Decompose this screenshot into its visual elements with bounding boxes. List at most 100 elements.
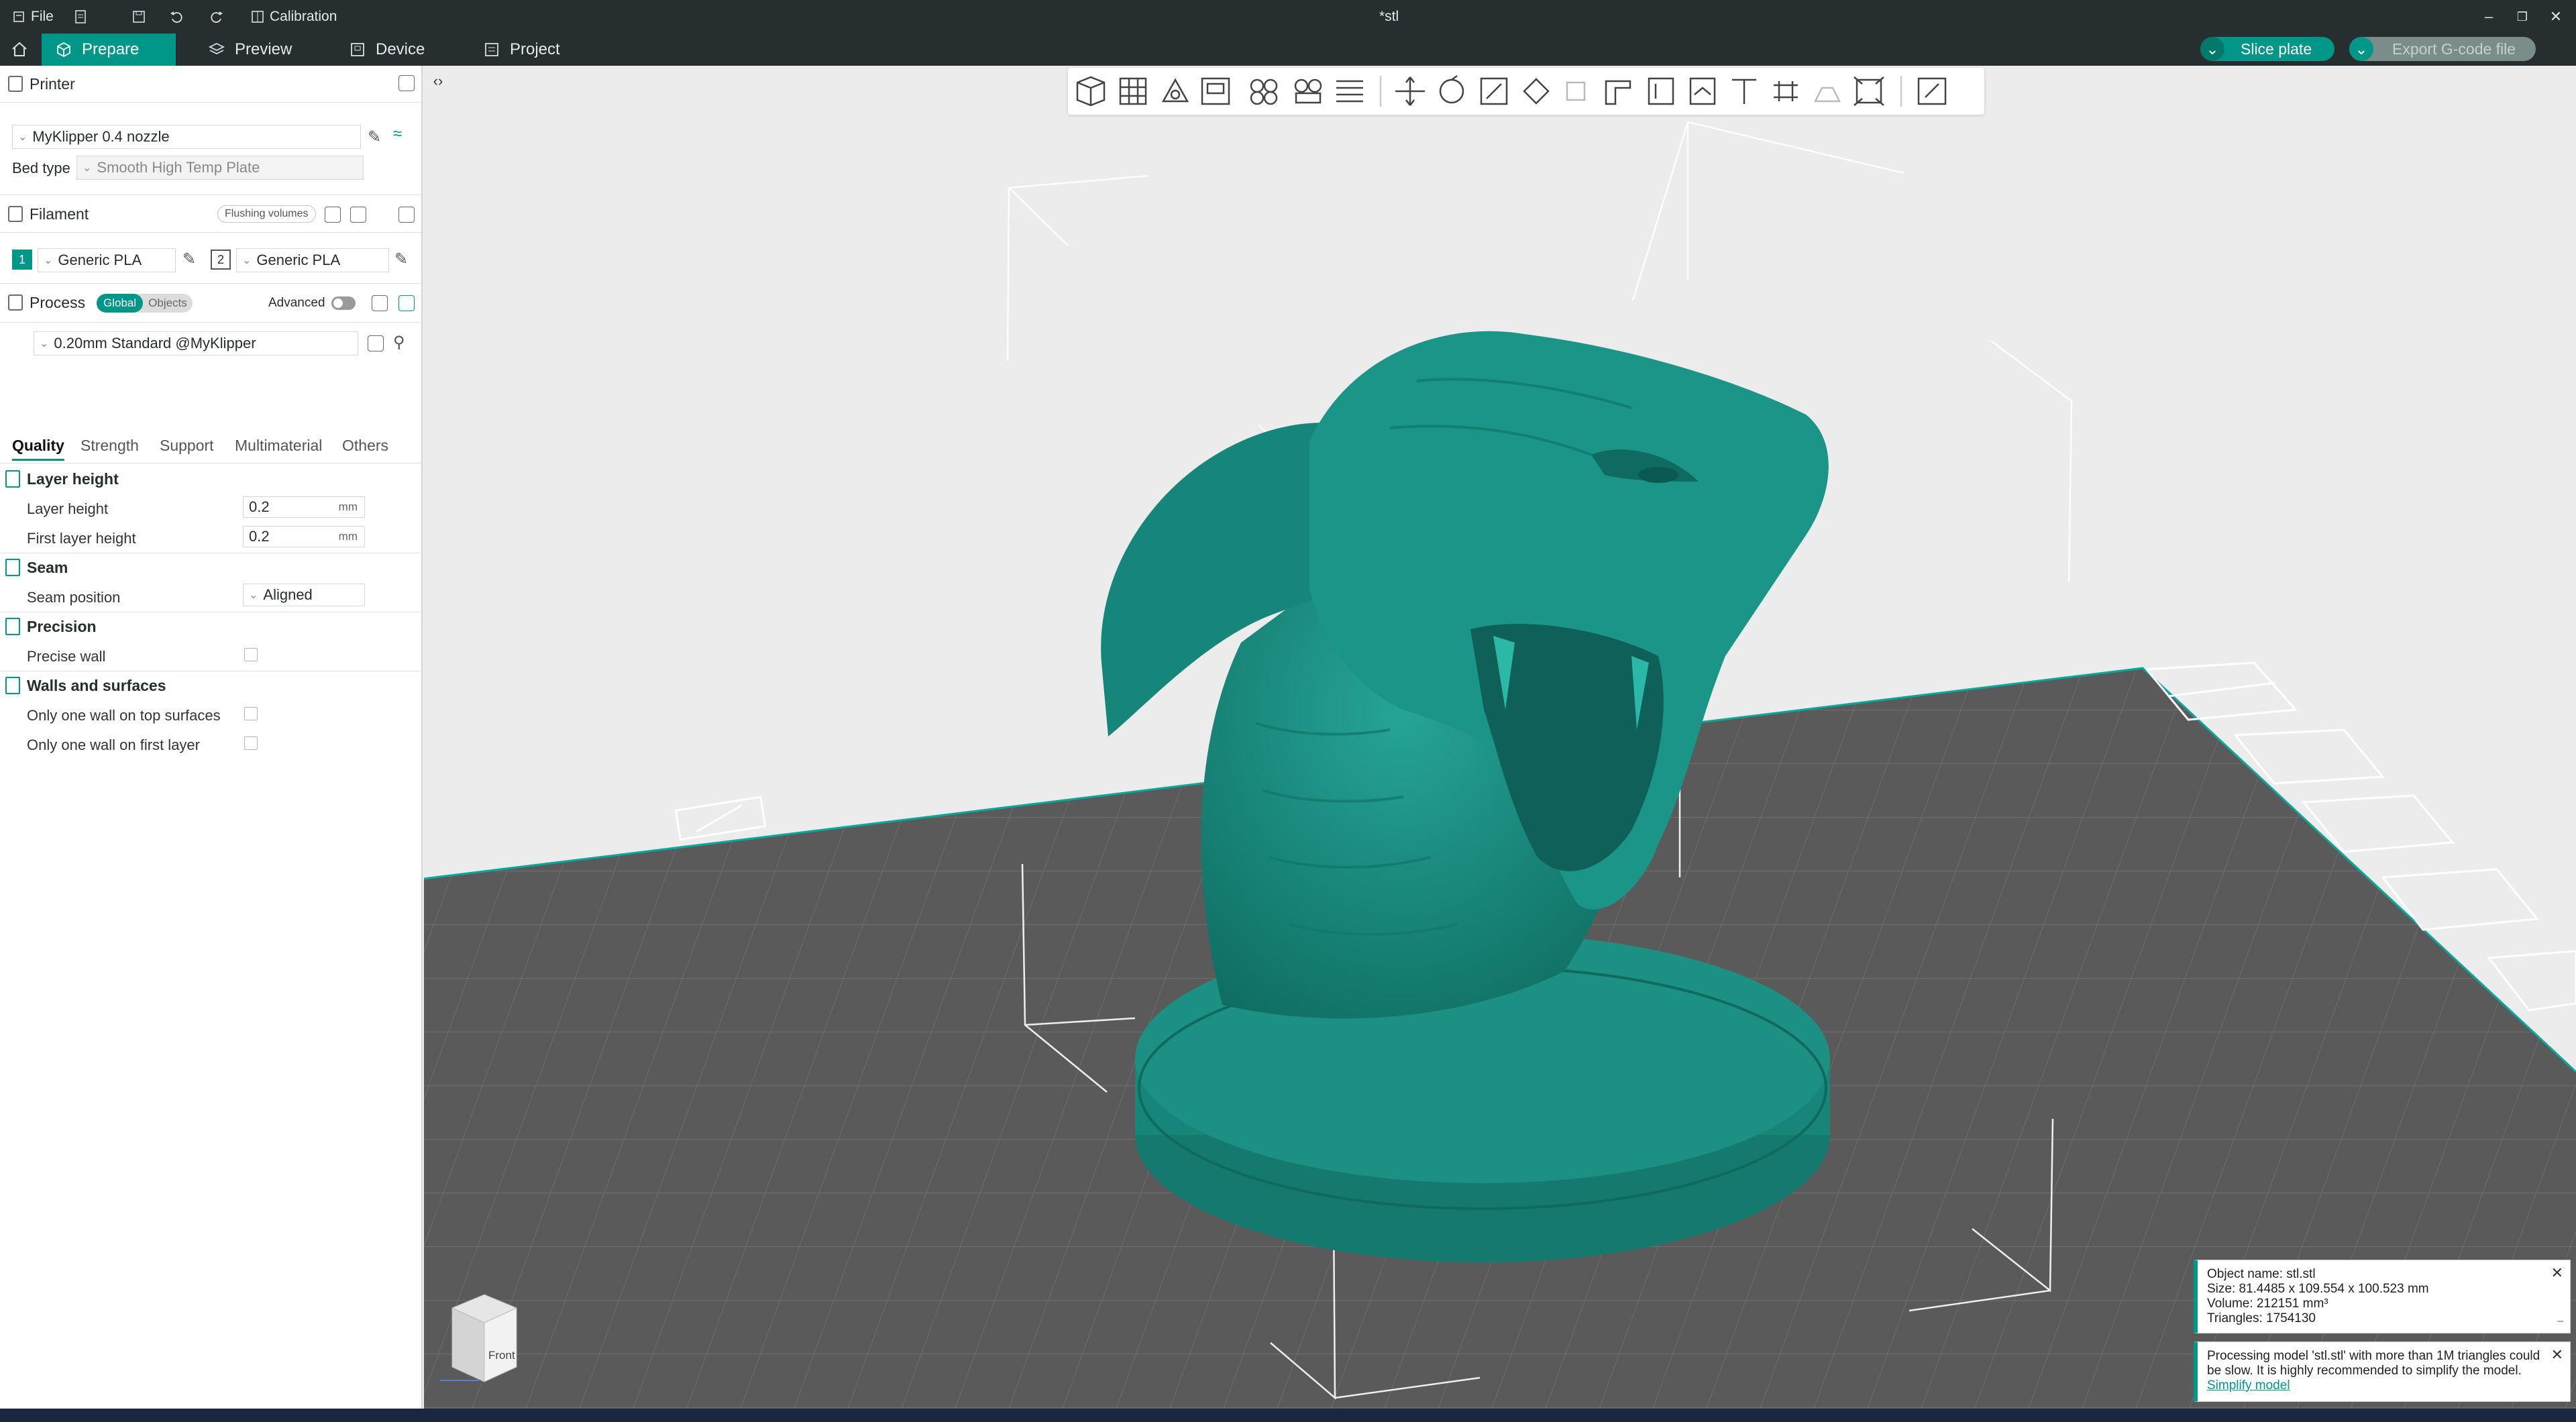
filament-slot-2-badge[interactable]: 2 — [211, 250, 231, 270]
filament-settings-icon[interactable] — [398, 207, 415, 223]
tab-prepare[interactable]: Prepare — [42, 34, 176, 66]
file-icon — [13, 11, 24, 22]
slice-plate-button[interactable]: ⌄ Slice plate — [2200, 37, 2334, 61]
remove-filament-icon[interactable] — [350, 207, 366, 223]
precise-wall-checkbox[interactable] — [244, 648, 258, 661]
global-objects-toggle[interactable]: Global Objects — [97, 294, 193, 313]
close-info-button[interactable]: ✕ — [2551, 1266, 2563, 1280]
arrange-icon[interactable] — [1201, 77, 1230, 105]
printer-settings-icon[interactable] — [398, 75, 415, 91]
scale-icon[interactable] — [1480, 77, 1508, 105]
subtab-multimaterial[interactable]: Multimaterial — [235, 437, 322, 455]
new-project-button[interactable] — [74, 0, 87, 34]
plate-grid-icon[interactable] — [1119, 77, 1147, 105]
add-object-icon[interactable] — [1076, 76, 1106, 107]
first-layer-height-value: 0.2 — [249, 528, 270, 545]
bed-type-select[interactable]: ⌄ Smooth High Temp Plate — [76, 156, 364, 180]
chevron-down-icon: ⌄ — [2349, 37, 2373, 61]
redo-button[interactable] — [209, 0, 224, 34]
split-objects-icon[interactable] — [1250, 78, 1278, 105]
one-wall-top-checkbox[interactable] — [244, 707, 258, 720]
process-section-label: Process — [30, 293, 86, 311]
close-warning-button[interactable]: ✕ — [2551, 1348, 2563, 1362]
fit-view-icon[interactable] — [1854, 76, 1884, 106]
filament-slot-2-select[interactable]: ⌄ Generic PLA — [236, 248, 389, 272]
collapse-sidebar-button[interactable]: ‹› — [427, 70, 449, 93]
calibration-menu[interactable]: Calibration — [251, 0, 337, 34]
printer-icon — [8, 76, 23, 92]
subtab-support[interactable]: Support — [160, 437, 214, 455]
tab-preview[interactable]: Preview — [195, 34, 305, 66]
export-gcode-button[interactable]: ⌄ Export G-code file — [2349, 37, 2536, 61]
wifi-icon[interactable]: ≈ — [393, 125, 402, 144]
edit-filament-1-icon[interactable]: ✎ — [182, 250, 196, 269]
file-menu[interactable]: File — [12, 0, 54, 34]
global-toggle-option[interactable]: Global — [97, 294, 144, 313]
variable-layer-height-icon[interactable] — [1336, 80, 1363, 103]
one-wall-first-checkbox[interactable] — [244, 736, 258, 750]
edit-printer-icon[interactable]: ✎ — [368, 127, 381, 147]
process-preset-name: 0.20mm Standard @MyKlipper — [54, 335, 256, 351]
save-icon — [133, 11, 145, 23]
text-icon[interactable] — [1732, 78, 1756, 104]
seam-paint-icon[interactable] — [1648, 77, 1674, 105]
divider — [0, 322, 421, 323]
subtab-strength[interactable]: Strength — [80, 437, 139, 455]
edit-filament-2-icon[interactable]: ✎ — [394, 250, 408, 269]
measure-icon[interactable] — [1774, 81, 1798, 101]
process-preset-select[interactable]: ⌄ 0.20mm Standard @MyKlipper — [34, 331, 358, 356]
double-chevron-icon: ‹› — [433, 72, 443, 89]
layers-icon — [208, 42, 225, 55]
filament-slot-1-select[interactable]: ⌄ Generic PLA — [38, 248, 176, 272]
process-notes-icon[interactable] — [372, 295, 388, 311]
subtab-quality[interactable]: Quality — [12, 437, 64, 461]
save-button[interactable] — [131, 0, 146, 34]
3d-viewport[interactable]: tled — [424, 66, 2576, 1409]
seam-position-select[interactable]: ⌄ Aligned — [243, 584, 365, 606]
seam-position-value: Aligned — [263, 586, 313, 603]
search-icon[interactable]: ⚲ — [393, 333, 405, 352]
split-parts-icon[interactable] — [1294, 78, 1322, 104]
tab-device[interactable]: Device — [335, 34, 438, 66]
assemble-view-icon[interactable] — [1917, 77, 1947, 105]
undo-button[interactable] — [169, 0, 184, 34]
printer-select[interactable]: ⌄ MyKlipper 0.4 nozzle — [12, 125, 361, 149]
divider — [0, 283, 421, 284]
simplify-warning-text: Processing model 'stl.stl' with more tha… — [2207, 1349, 2540, 1378]
assembly-icon[interactable] — [1813, 87, 1841, 103]
flushing-volumes-button[interactable]: Flushing volumes — [217, 205, 316, 223]
filament-slot-1-badge[interactable]: 1 — [12, 250, 32, 270]
precision-group-label: Precision — [27, 617, 97, 635]
layer-height-input[interactable]: 0.2 mm — [243, 496, 365, 518]
simplify-model-link[interactable]: Simplify model — [2207, 1378, 2290, 1392]
add-filament-icon[interactable] — [325, 207, 341, 223]
subtab-others[interactable]: Others — [342, 437, 388, 455]
bed-type-label: Bed type — [12, 160, 70, 176]
save-preset-icon[interactable] — [368, 335, 384, 351]
support-paint-icon[interactable] — [1605, 80, 1631, 105]
home-button[interactable] — [0, 34, 39, 66]
object-info-panel: Object name: stl.stl Size: 81.4485 x 109… — [2194, 1260, 2571, 1333]
process-compare-icon[interactable] — [398, 295, 415, 311]
document-icon — [75, 10, 86, 23]
cut-icon[interactable] — [1566, 81, 1586, 101]
color-paint-icon[interactable] — [1689, 77, 1716, 105]
tab-project[interactable]: Project — [470, 34, 574, 66]
objects-toggle-option[interactable]: Objects — [143, 294, 193, 313]
printer-section-label: Printer — [30, 74, 75, 93]
document-title-text: *stl — [1379, 9, 1399, 24]
advanced-toggle[interactable] — [331, 296, 356, 310]
viewport-canvas: tled — [424, 66, 2576, 1409]
close-icon: ✕ — [2549, 8, 2563, 25]
close-window-button[interactable]: ✕ — [2536, 0, 2576, 34]
first-layer-height-input[interactable]: 0.2 mm — [243, 526, 365, 547]
auto-orient-icon[interactable] — [1161, 78, 1189, 103]
lay-on-face-icon[interactable] — [1523, 78, 1550, 105]
document-title: *stl — [1379, 0, 1399, 34]
first-layer-height-label: First layer height — [27, 530, 136, 547]
advanced-label: Advanced — [268, 296, 325, 310]
collapse-icon[interactable]: – — [2557, 1314, 2563, 1329]
rotate-icon[interactable] — [1439, 75, 1464, 104]
move-icon[interactable] — [1395, 76, 1425, 106]
viewport-toolbar — [1068, 68, 1984, 115]
